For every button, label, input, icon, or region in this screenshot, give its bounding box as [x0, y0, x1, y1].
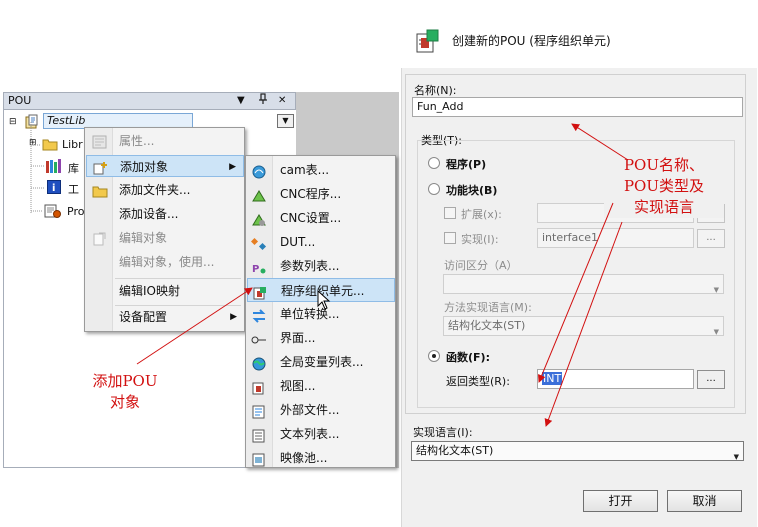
annotation-arrows	[136, 123, 629, 427]
